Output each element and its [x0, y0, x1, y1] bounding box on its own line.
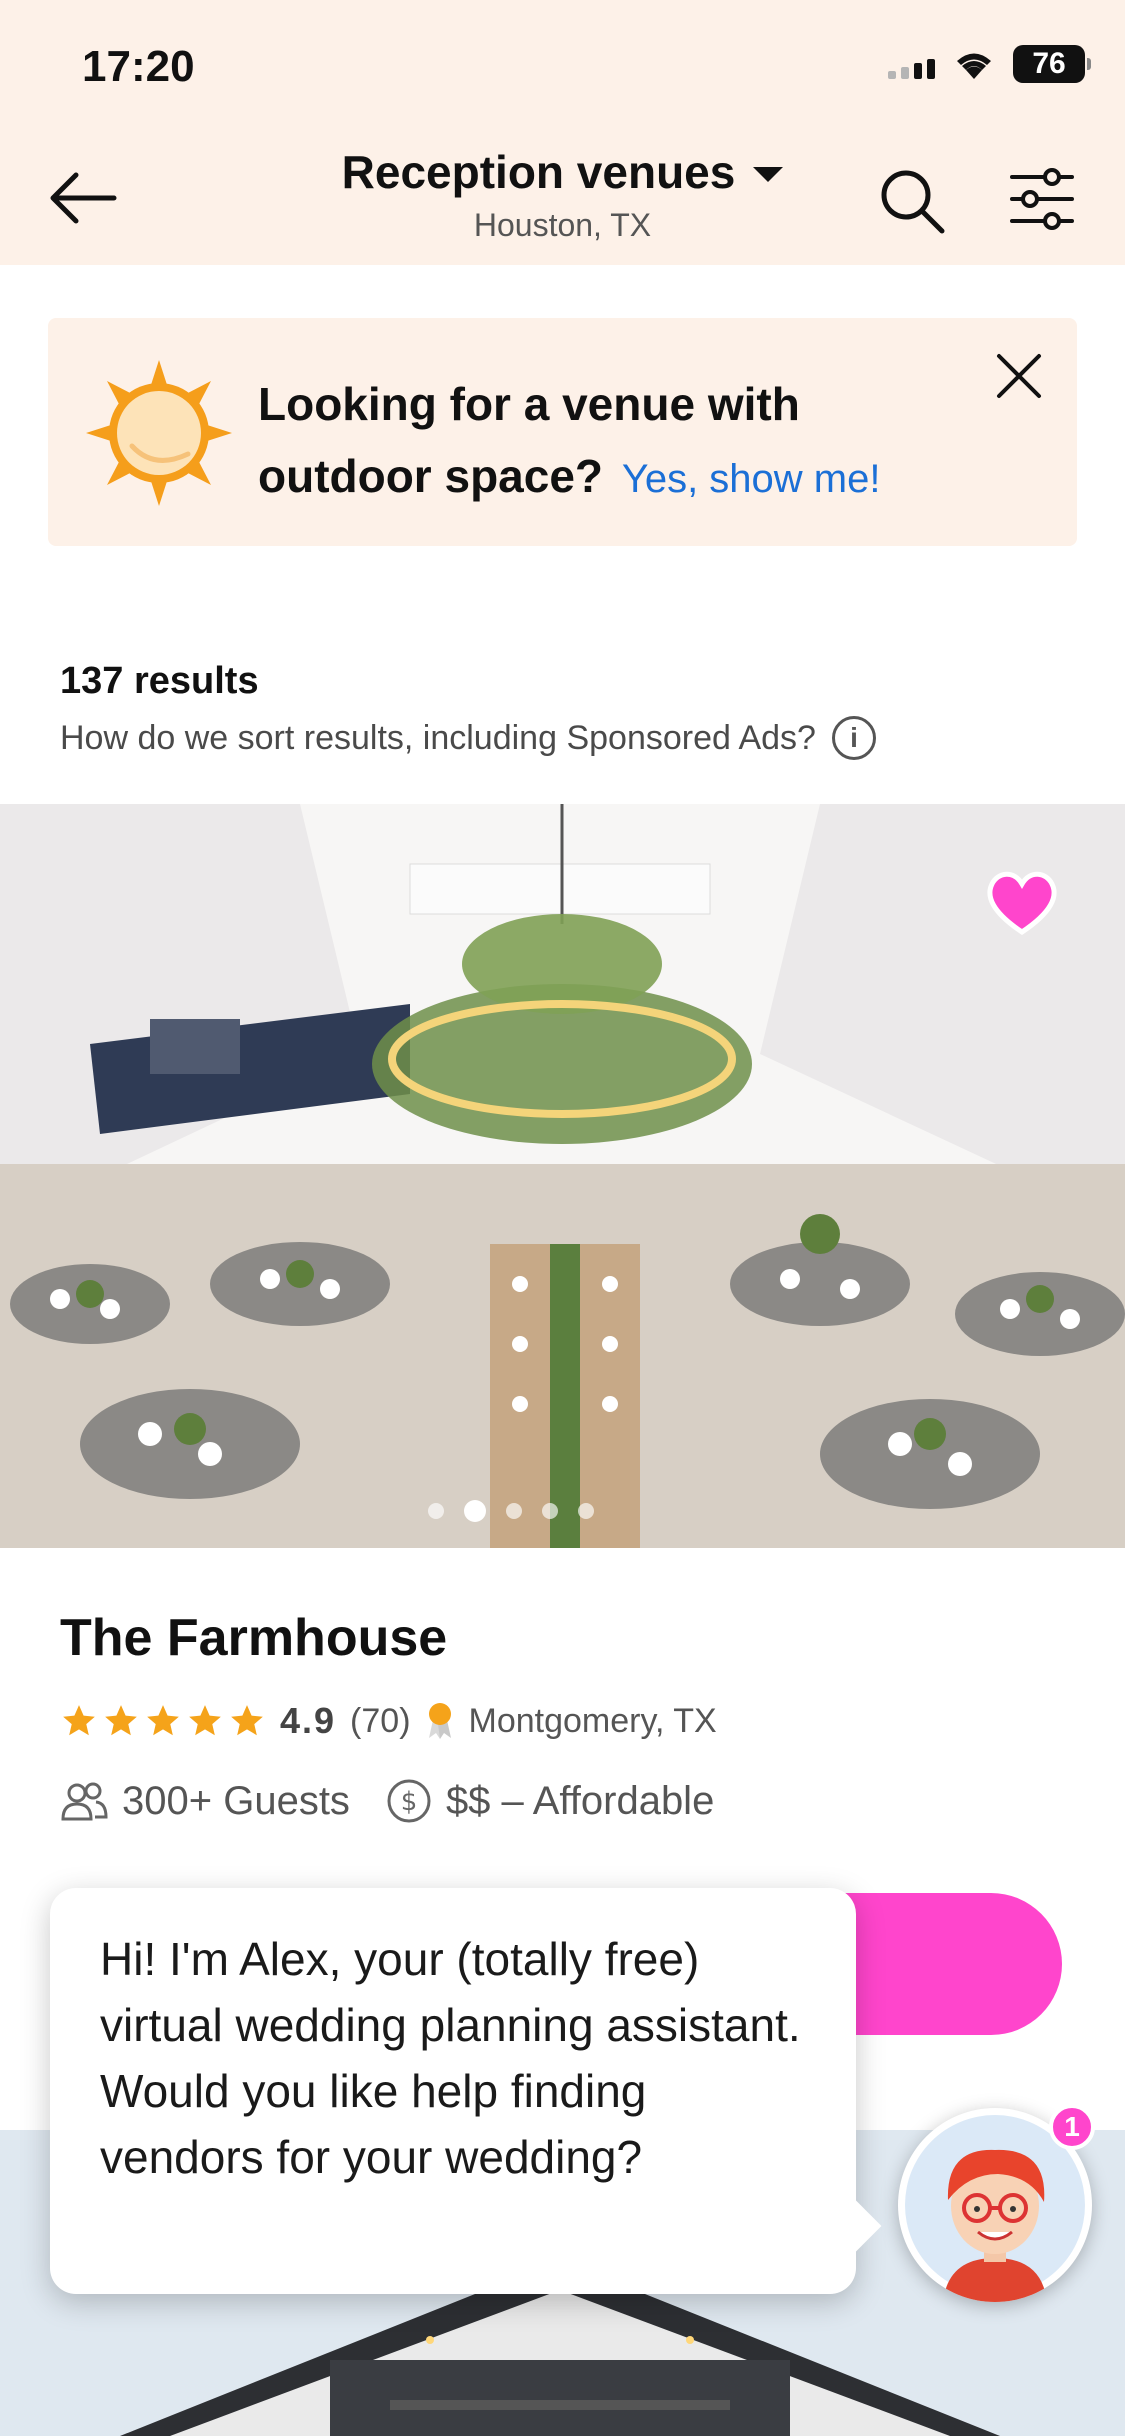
star-icon	[63, 1705, 95, 1736]
star-icon	[231, 1705, 263, 1736]
results-count: 137 results	[60, 660, 259, 702]
carousel-dot[interactable]	[427, 1503, 444, 1519]
sun-icon	[86, 360, 232, 506]
info-icon[interactable]: i	[831, 716, 876, 760]
banner-message: Looking for a venue with outdoor space? …	[258, 368, 978, 515]
venue-photo[interactable]	[0, 804, 1125, 1548]
carousel-dot-active[interactable]	[463, 1500, 486, 1522]
category-dropdown[interactable]: Reception venues	[342, 145, 784, 199]
guests-icon	[61, 1782, 108, 1821]
star-icon	[189, 1705, 221, 1736]
photo-carousel-dots[interactable]	[0, 1500, 1073, 1522]
status-time: 17:20	[82, 42, 195, 91]
request-quote-button[interactable]	[820, 1893, 1062, 2035]
venue-name[interactable]: The Farmhouse	[60, 1608, 447, 1668]
sort-note-text: How do we sort results, including Sponso…	[60, 718, 816, 757]
status-icons: 76	[888, 45, 1091, 83]
svg-text:$: $	[401, 1787, 418, 1817]
signal-icon	[888, 49, 935, 79]
page-title: Reception venues	[341, 146, 736, 198]
venue-meta: 300+ Guests $ $$ – Affordable	[60, 1778, 714, 1824]
filter-sliders-icon	[1010, 168, 1074, 230]
search-button[interactable]	[876, 165, 948, 237]
carousel-dot[interactable]	[541, 1503, 558, 1519]
wifi-icon	[957, 53, 991, 79]
guest-capacity: 300+ Guests	[122, 1778, 350, 1823]
venue-location: Montgomery, TX	[468, 1701, 717, 1740]
outdoor-space-banner: Looking for a venue with outdoor space? …	[48, 318, 1077, 546]
rating-value: 4.9	[280, 1700, 337, 1741]
chevron-down-icon	[753, 166, 784, 182]
banner-link[interactable]: Yes, show me!	[622, 457, 881, 501]
review-count[interactable]: (70)	[350, 1702, 410, 1741]
carousel-dot[interactable]	[577, 1503, 594, 1519]
close-icon	[997, 354, 1041, 398]
info-icon-glyph: i	[850, 722, 858, 753]
star-rating	[60, 1702, 266, 1740]
venue-photo-image	[0, 804, 1125, 1548]
carousel-dot[interactable]	[505, 1503, 522, 1519]
rating-row: 4.9 (70) Montgomery, TX	[60, 1700, 717, 1742]
assistant-chat-bubble[interactable]: Hi! I'm Alex, your (totally free) virtua…	[50, 1888, 856, 2294]
price-range: $$ – Affordable	[445, 1778, 715, 1823]
status-bar: 17:20 76	[0, 0, 1125, 135]
search-icon	[881, 170, 945, 234]
award-ribbon-icon	[428, 1703, 451, 1739]
filter-button[interactable]	[1006, 163, 1078, 235]
title-block[interactable]: Reception venues Houston, TX	[0, 145, 1125, 244]
sort-explanation-link[interactable]: How do we sort results, including Sponso…	[60, 716, 876, 760]
favorite-button[interactable]	[982, 862, 1062, 942]
location-subtitle: Houston, TX	[473, 207, 652, 243]
battery-icon: 76	[1013, 45, 1091, 83]
app-header: Reception venues Houston, TX	[0, 135, 1125, 265]
chat-message: Hi! I'm Alex, your (totally free) virtua…	[100, 1933, 801, 2183]
star-icon	[105, 1705, 137, 1736]
heart-icon	[987, 871, 1057, 936]
price-icon: $	[387, 1779, 431, 1823]
star-icon	[147, 1705, 179, 1736]
notification-badge: 1	[1049, 2104, 1095, 2150]
banner-close-button[interactable]	[991, 348, 1047, 404]
